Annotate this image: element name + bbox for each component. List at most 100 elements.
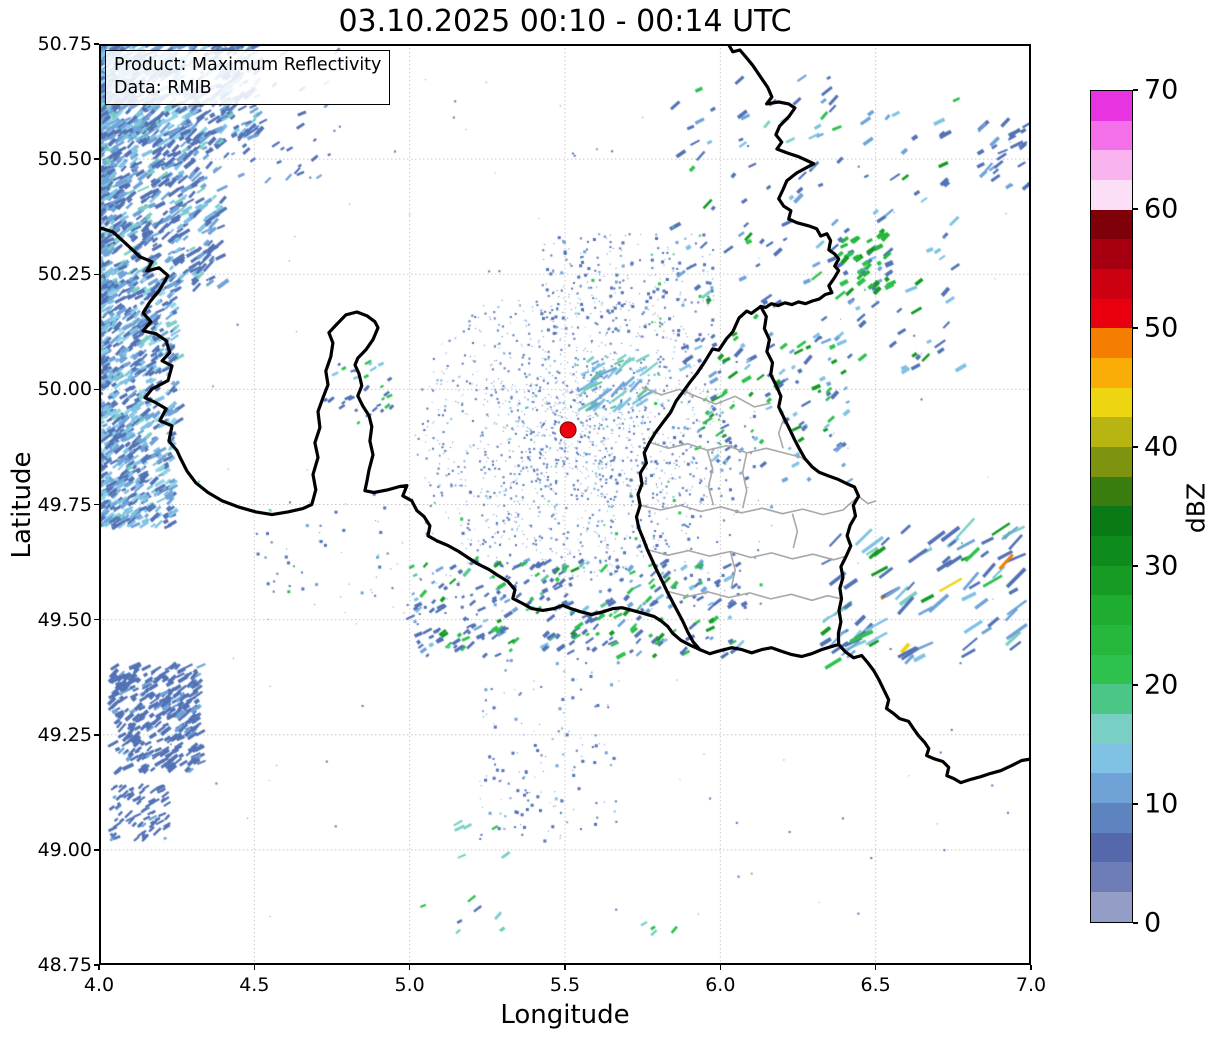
- x-tick-mark: [1030, 965, 1032, 970]
- colorbar-segment: [1091, 180, 1132, 210]
- region-border-line: [779, 418, 784, 448]
- data-source-line: Data: RMIB: [114, 77, 381, 100]
- x-tick-mark: [409, 965, 411, 970]
- radar-figure: 03.10.2025 00:10 - 00:14 UTC Product: Ma…: [0, 0, 1219, 1040]
- colorbar-tick-label: 20: [1144, 670, 1178, 701]
- colorbar-segment: [1091, 595, 1132, 625]
- colorbar-segment: [1091, 803, 1132, 833]
- x-tick-label: 6.5: [861, 974, 891, 996]
- product-info-box: Product: Maximum Reflectivity Data: RMIB: [105, 50, 390, 105]
- colorbar-segment: [1091, 269, 1132, 299]
- radar-site-marker: [560, 422, 576, 438]
- y-tick-label: 49.75: [18, 494, 92, 516]
- y-tick-label: 50.25: [18, 263, 92, 285]
- colorbar-label: dBZ: [1182, 483, 1211, 533]
- colorbar-segment: [1091, 773, 1132, 803]
- y-tick-mark: [94, 964, 99, 966]
- region-border-line: [743, 453, 747, 508]
- colorbar-tick-label: 70: [1144, 75, 1178, 106]
- x-tick-label: 5.0: [395, 974, 425, 996]
- product-line: Product: Maximum Reflectivity: [114, 54, 381, 77]
- region-border-line: [640, 496, 876, 514]
- y-tick-label: 48.75: [18, 954, 92, 976]
- y-tick-label: 49.50: [18, 609, 92, 631]
- country-border-line: [761, 307, 859, 645]
- colorbar-segment: [1091, 121, 1132, 151]
- country-border-line: [637, 307, 761, 650]
- y-tick-mark: [94, 158, 99, 160]
- map-borders-layer: [99, 44, 1031, 965]
- colorbar-segment: [1091, 744, 1132, 774]
- y-tick-mark: [94, 849, 99, 851]
- y-tick-label: 49.25: [18, 724, 92, 746]
- colorbar-tick-mark: [1133, 446, 1138, 448]
- region-border-line: [642, 387, 771, 407]
- colorbar-tick-label: 50: [1144, 313, 1178, 344]
- y-tick-mark: [94, 389, 99, 391]
- colorbar-segment: [1091, 892, 1132, 922]
- region-border-line: [730, 552, 735, 589]
- colorbar-segment: [1091, 299, 1132, 329]
- colorbar-segment: [1091, 150, 1132, 180]
- colorbar-tick-mark: [1133, 565, 1138, 567]
- y-tick-label: 50.50: [18, 148, 92, 170]
- y-tick-mark: [94, 619, 99, 621]
- y-tick-mark: [94, 274, 99, 276]
- colorbar-segment: [1091, 328, 1132, 358]
- colorbar-tick-mark: [1133, 208, 1138, 210]
- colorbar: [1090, 90, 1133, 923]
- colorbar-segment: [1091, 655, 1132, 685]
- country-border-line: [727, 44, 839, 307]
- y-tick-mark: [94, 734, 99, 736]
- x-tick-label: 4.5: [239, 974, 269, 996]
- colorbar-tick-label: 0: [1144, 908, 1161, 939]
- x-tick-mark: [564, 965, 566, 970]
- region-border-line: [647, 550, 846, 560]
- x-tick-label: 5.5: [550, 974, 580, 996]
- colorbar-segment: [1091, 447, 1132, 477]
- colorbar-tick-mark: [1133, 684, 1138, 686]
- colorbar-tick-mark: [1133, 922, 1138, 924]
- colorbar-segment: [1091, 625, 1132, 655]
- y-tick-label: 50.00: [18, 378, 92, 400]
- colorbar-tick-mark: [1133, 327, 1138, 329]
- x-tick-label: 6.0: [705, 974, 735, 996]
- x-tick-mark: [98, 965, 100, 970]
- x-tick-mark: [875, 965, 877, 970]
- x-tick-label: 7.0: [1016, 974, 1046, 996]
- colorbar-segment: [1091, 684, 1132, 714]
- colorbar-segment: [1091, 91, 1132, 121]
- colorbar-segment: [1091, 417, 1132, 447]
- region-border-line: [667, 591, 842, 600]
- colorbar-tick-label: 60: [1144, 194, 1178, 225]
- x-axis-label: Longitude: [99, 1000, 1031, 1030]
- colorbar-segment: [1091, 210, 1132, 240]
- colorbar-tick-mark: [1133, 89, 1138, 91]
- colorbar-segment: [1091, 239, 1132, 269]
- colorbar-segment: [1091, 536, 1132, 566]
- colorbar-segment: [1091, 566, 1132, 596]
- colorbar-tick-mark: [1133, 803, 1138, 805]
- x-tick-mark: [254, 965, 256, 970]
- colorbar-segment: [1091, 862, 1132, 892]
- figure-title: 03.10.2025 00:10 - 00:14 UTC: [99, 4, 1031, 39]
- x-tick-label: 4.0: [84, 974, 114, 996]
- y-tick-label: 49.00: [18, 839, 92, 861]
- colorbar-segment: [1091, 358, 1132, 388]
- colorbar-segment: [1091, 388, 1132, 418]
- x-tick-mark: [720, 965, 722, 970]
- colorbar-segment: [1091, 477, 1132, 507]
- colorbar-segment: [1091, 714, 1132, 744]
- region-border-line: [650, 442, 820, 472]
- region-border-line: [792, 514, 797, 549]
- country-border-line: [99, 228, 1031, 783]
- region-border-line: [707, 450, 713, 505]
- colorbar-tick-label: 10: [1144, 789, 1178, 820]
- y-tick-mark: [94, 504, 99, 506]
- colorbar-segment: [1091, 833, 1132, 863]
- map-plot-area: [99, 44, 1031, 965]
- y-tick-mark: [94, 43, 99, 45]
- colorbar-segment: [1091, 506, 1132, 536]
- y-tick-label: 50.75: [18, 33, 92, 55]
- colorbar-tick-label: 30: [1144, 551, 1178, 582]
